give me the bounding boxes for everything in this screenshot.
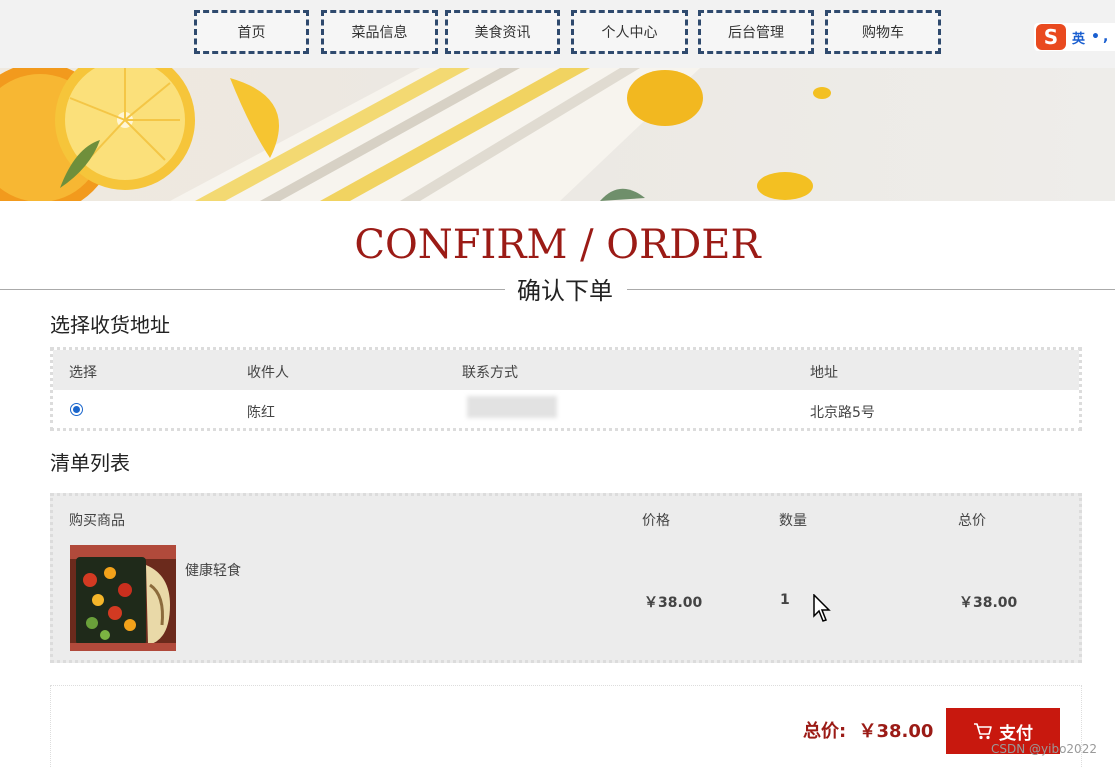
banner-food-illustration — [0, 68, 831, 201]
divider-left — [0, 289, 505, 290]
product-total: ￥38.00 — [959, 595, 1018, 611]
address-table-header: 选择 收件人 联系方式 地址 — [53, 350, 1079, 390]
nav-dishes-button[interactable]: 菜品信息 — [321, 10, 438, 54]
column-header-address: 地址 — [810, 365, 838, 381]
product-image[interactable] — [70, 545, 176, 651]
watermark: CSDN @yibo2022 — [991, 742, 1097, 756]
address-text: 北京路5号 — [810, 405, 875, 421]
recipient-name: 陈红 — [247, 405, 275, 421]
product-quantity: 1 — [780, 592, 790, 608]
order-section-title: 清单列表 — [50, 451, 130, 475]
address-table: 选择 收件人 联系方式 地址 陈红 北京路5号 — [50, 347, 1082, 431]
order-total: 总价: ￥38.00 — [803, 717, 933, 743]
nav-profile-button[interactable]: 个人中心 — [571, 10, 688, 54]
product-name[interactable]: 健康轻食 — [185, 560, 241, 580]
order-table: 购买商品 价格 数量 总价 健康轻食 ￥38.00 1 ￥38.00 — [50, 493, 1082, 663]
contact-redacted — [467, 396, 557, 418]
column-header-recipient: 收件人 — [247, 365, 289, 381]
banner-image — [0, 68, 1115, 201]
column-header-total: 总价 — [958, 513, 986, 529]
nav-home-button[interactable]: 首页 — [194, 10, 309, 54]
ime-toolbar[interactable]: S 英 •, — [1034, 23, 1115, 51]
order-summary: 总价: ￥38.00 支付 — [50, 685, 1082, 767]
mouse-cursor-icon — [813, 594, 831, 622]
top-nav: 首页 菜品信息 美食资讯 个人中心 后台管理 购物车 S 英 •, — [0, 0, 1115, 68]
nav-cart-button[interactable]: 购物车 — [825, 10, 941, 54]
address-section-title: 选择收货地址 — [50, 313, 170, 337]
column-header-select: 选择 — [69, 365, 97, 381]
ime-logo-icon: S — [1036, 24, 1066, 50]
ime-language: 英 — [1072, 31, 1086, 47]
cart-icon — [974, 723, 992, 740]
total-label: 总价: — [803, 721, 847, 742]
column-header-product: 购买商品 — [69, 513, 125, 529]
column-header-price: 价格 — [642, 513, 670, 529]
divider-right — [627, 289, 1115, 290]
total-value: ￥38.00 — [858, 721, 934, 742]
pay-button-label: 支付 — [999, 723, 1033, 743]
nav-news-button[interactable]: 美食资讯 — [445, 10, 560, 54]
address-select-radio[interactable] — [70, 403, 83, 416]
column-header-quantity: 数量 — [779, 513, 807, 529]
product-price: ￥38.00 — [644, 595, 703, 611]
ime-punct-icon: •, — [1091, 29, 1112, 45]
page-title-cn: 确认下单 — [505, 271, 625, 306]
nav-admin-button[interactable]: 后台管理 — [698, 10, 814, 54]
page-title-en: CONFIRM / ORDER — [354, 222, 761, 268]
column-header-contact: 联系方式 — [462, 365, 518, 381]
